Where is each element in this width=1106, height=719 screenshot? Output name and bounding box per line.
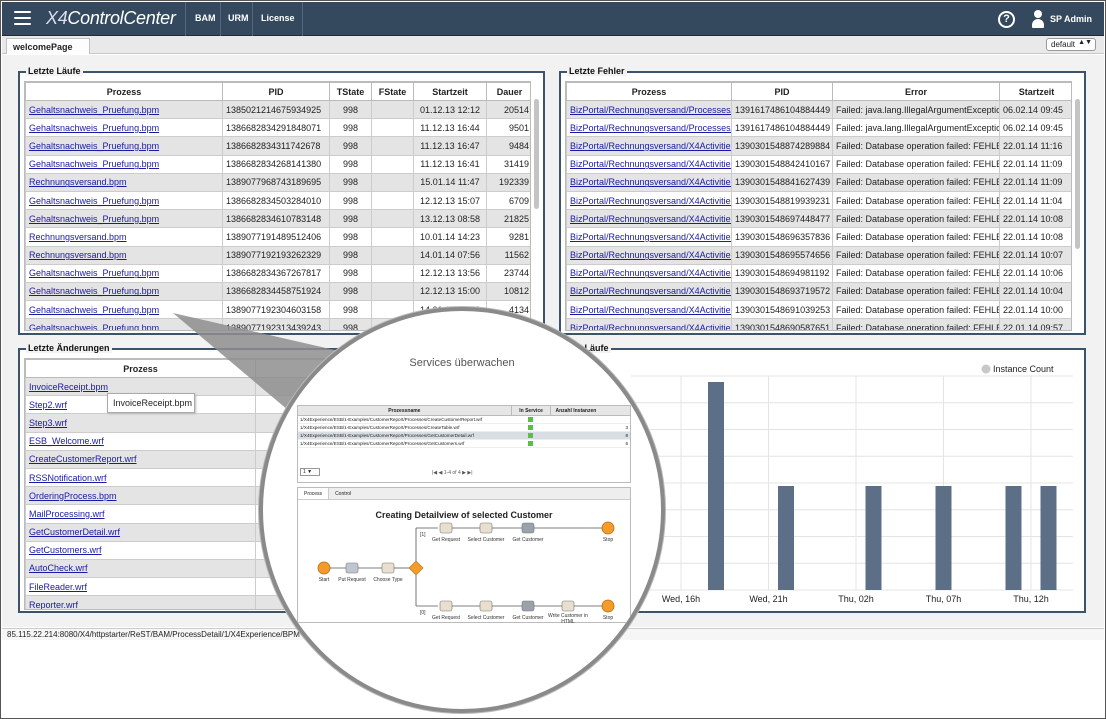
- node-label: Select Customer: [468, 537, 505, 543]
- zoom-title: Services überwachen: [409, 357, 515, 369]
- page-size-select[interactable]: 1 ▼: [300, 468, 320, 476]
- in-service-flag-icon: [512, 424, 552, 431]
- node-label: Get Request: [432, 537, 461, 543]
- in-service-flag-icon: [512, 440, 552, 447]
- table-row[interactable]: 1/X4Experience/ESB/1-Examples/CustomerRe…: [298, 440, 630, 448]
- node-label: Stop: [603, 615, 614, 621]
- flag-icon: [528, 425, 533, 430]
- table-row[interactable]: 1/X4Experience/ESB/1-Examples/CustomerRe…: [298, 424, 630, 432]
- process-name-cell: 1/X4Experience/ESB/1-Examples/CustomerRe…: [300, 425, 460, 430]
- gate-label-bottom: [0]: [420, 610, 426, 616]
- pager[interactable]: |◀ ◀ 1-4 of 4 ▶ ▶|: [432, 470, 473, 476]
- instances-cell: [552, 416, 628, 423]
- task-icon[interactable]: [439, 600, 453, 612]
- gateway-icon[interactable]: [408, 560, 424, 576]
- process-diagram: Start Put Request Choose Type [1] [0] Get Req…: [317, 521, 615, 625]
- services-grid: Prozessname In Service Anzahl Instanzen …: [297, 405, 631, 483]
- app-window: X4ControlCenter BAM URM License ? SP Adm…: [0, 0, 1106, 719]
- node-label: Get Request: [432, 615, 461, 621]
- in-service-flag-icon: [512, 432, 552, 439]
- flag-icon: [528, 417, 533, 422]
- process-name-cell: 1/X4Experience/ESB/1-Examples/CustomerRe…: [300, 417, 483, 422]
- node-label: Stop: [603, 537, 614, 543]
- tab-control[interactable]: Control: [329, 488, 357, 499]
- node-label: HTML: [561, 619, 575, 625]
- gate-label-top: [1]: [420, 532, 426, 538]
- task-icon[interactable]: [521, 600, 535, 612]
- stop-event-icon[interactable]: [601, 521, 615, 535]
- put-request-task-icon[interactable]: [345, 562, 359, 574]
- node-label: Select Customer: [468, 615, 505, 621]
- task-icon[interactable]: [561, 600, 575, 612]
- start-event-icon[interactable]: [317, 561, 331, 575]
- choose-type-task-icon[interactable]: [381, 562, 395, 574]
- task-icon[interactable]: [439, 522, 453, 534]
- column-header[interactable]: Prozessname: [298, 406, 511, 415]
- node-label: Get Customer: [512, 537, 543, 543]
- node-label: Start: [319, 577, 330, 583]
- column-header[interactable]: Anzahl Instanzen: [550, 406, 630, 415]
- node-label: Put Request: [338, 577, 366, 583]
- instances-cell: 3: [625, 425, 628, 430]
- node-label: Choose Type: [373, 577, 403, 583]
- process-view: Process Control Creating Detailview of s…: [297, 487, 631, 625]
- flag-icon: [528, 433, 533, 438]
- instances-cell: 6: [625, 441, 628, 446]
- instances-cell: 8: [625, 433, 628, 438]
- process-name-cell: 1/X4Experience/ESB/1-Examples/CustomerRe…: [300, 433, 474, 438]
- stop-event-icon[interactable]: [601, 599, 615, 613]
- table-row[interactable]: 1/X4Experience/ESB/1-Examples/CustomerRe…: [298, 432, 630, 440]
- flag-icon: [528, 441, 533, 446]
- task-icon[interactable]: [521, 522, 535, 534]
- process-name-cell: 1/X4Experience/ESB/1-Examples/CustomerRe…: [300, 441, 465, 446]
- zoom-magnifier: Services überwachen Prozessname In Servi…: [259, 307, 665, 713]
- task-icon[interactable]: [479, 522, 493, 534]
- in-service-flag-icon: [512, 416, 552, 423]
- task-icon[interactable]: [479, 600, 493, 612]
- column-header[interactable]: In Service: [510, 406, 551, 415]
- tab-process[interactable]: Process: [298, 488, 330, 499]
- node-label: Get Customer: [512, 615, 543, 621]
- table-row[interactable]: 1/X4Experience/ESB/1-Examples/CustomerRe…: [298, 416, 630, 424]
